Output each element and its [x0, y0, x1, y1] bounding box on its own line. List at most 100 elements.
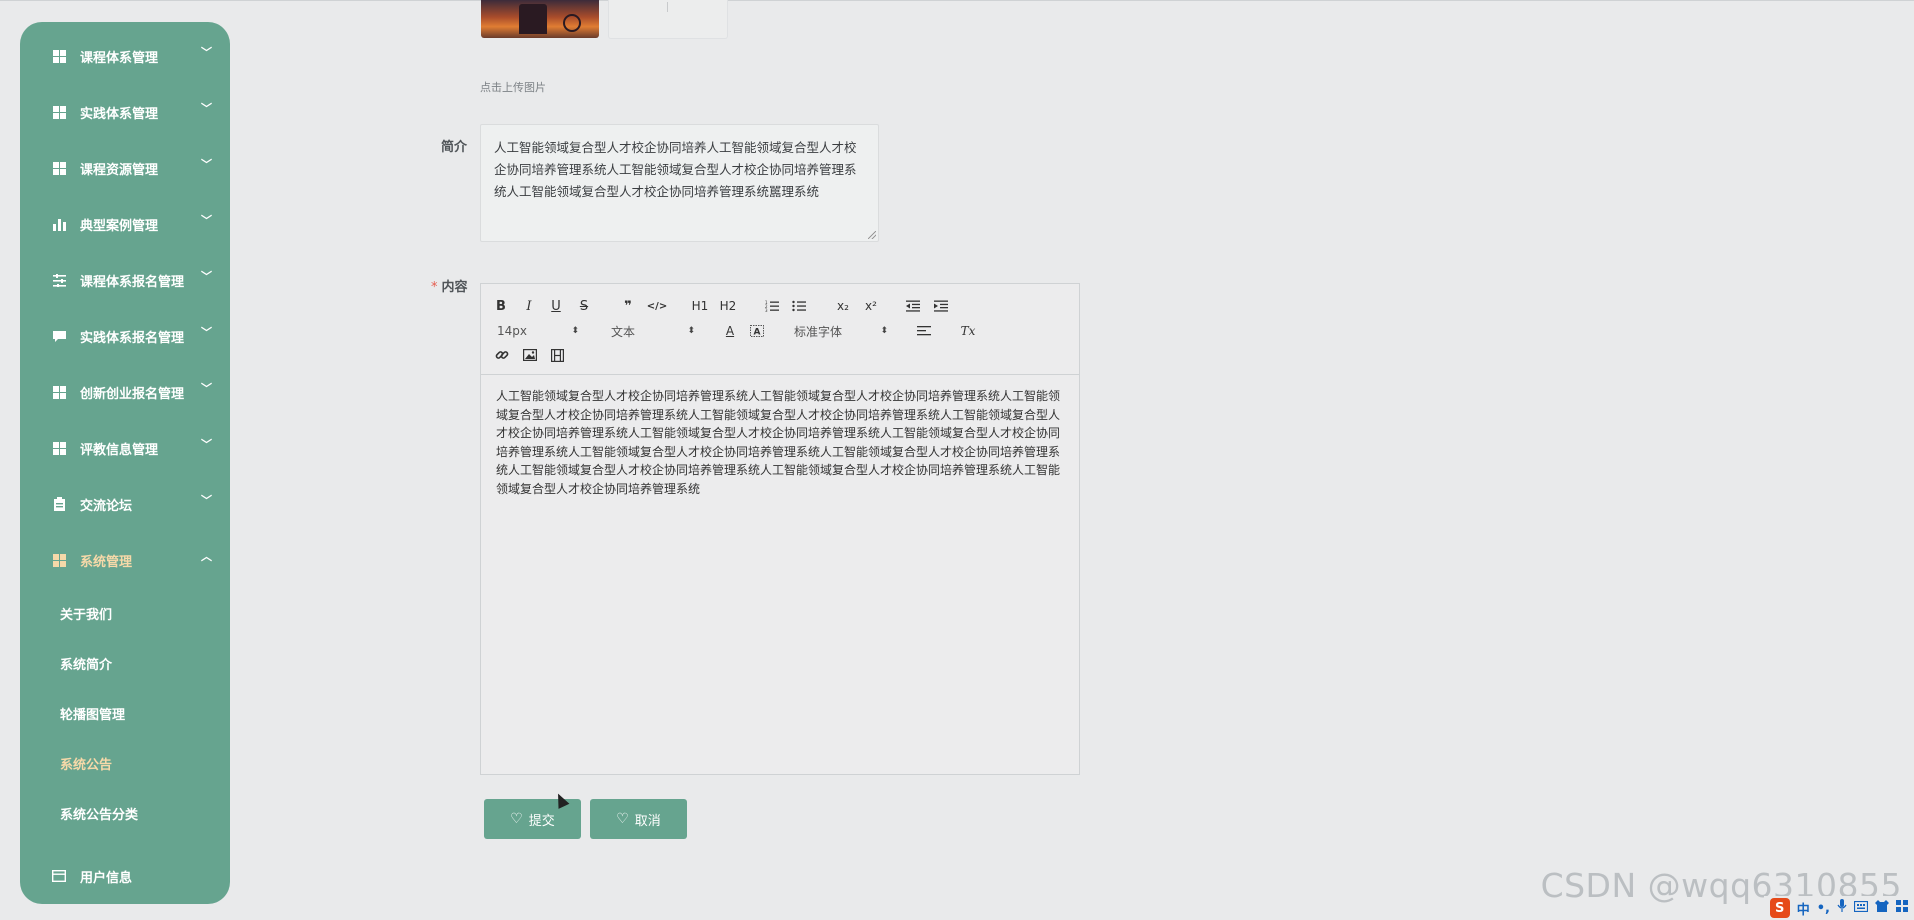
strike-button[interactable]: S — [576, 296, 592, 316]
grid-icon — [52, 49, 66, 63]
editor-content[interactable]: 人工智能领域复合型人才校企协同培养管理系统人工智能领域复合型人才校企协同培养管理… — [481, 375, 1079, 499]
link-icon[interactable] — [493, 345, 511, 365]
card-icon — [52, 869, 66, 883]
grid-icon — [52, 385, 66, 399]
uploaded-image-thumbnail[interactable] — [481, 0, 599, 38]
upload-hint: 点击上传图片 — [480, 81, 546, 94]
align-icon[interactable] — [915, 321, 933, 341]
intro-label: 简介 — [441, 140, 468, 155]
submenu-label: 系统公告分类 — [60, 807, 139, 823]
superscript-button[interactable]: x² — [861, 296, 881, 316]
chevron-down-icon: ﹀ — [201, 102, 212, 115]
submenu-carousel[interactable]: 轮播图管理 — [20, 688, 230, 738]
menu-label: 用户信息 — [80, 870, 133, 886]
font-color-button[interactable]: A — [722, 321, 738, 341]
clipboard-icon — [52, 497, 66, 511]
header-value: 文本 — [611, 324, 636, 339]
grid-icon — [52, 161, 66, 175]
thumbnail-wheel — [563, 14, 581, 32]
skin-icon[interactable] — [1875, 900, 1889, 916]
menu-typical-cases[interactable]: 典型案例管理 ﹀ — [20, 196, 230, 252]
menu-system-management[interactable]: 系统管理 ︿ — [20, 532, 230, 588]
resize-handle-icon[interactable] — [868, 231, 876, 239]
grid-icon — [52, 105, 66, 119]
menu-course-enroll[interactable]: 课程体系报名管理 ﹀ — [20, 252, 230, 308]
code-button[interactable]: </> — [647, 296, 667, 316]
background-color-icon[interactable]: A — [748, 321, 766, 341]
ime-toolbar: S 中 •, — [1763, 896, 1914, 920]
italic-button[interactable]: I — [521, 296, 537, 316]
required-mark: * — [431, 280, 438, 295]
h1-button[interactable]: H1 — [690, 296, 710, 316]
submenu-announcements[interactable]: 系统公告 — [20, 738, 230, 788]
menu-label: 典型案例管理 — [80, 218, 159, 234]
bold-button[interactable]: B — [493, 296, 509, 316]
outdent-icon[interactable] — [904, 296, 922, 316]
menu-course-system[interactable]: 课程体系管理 ﹀ — [20, 28, 230, 84]
select-arrows-icon: ⬍ — [571, 326, 579, 336]
content-label-text: 内容 — [441, 280, 468, 295]
underline-button[interactable]: U — [548, 296, 564, 316]
bullet-list-icon[interactable] — [790, 296, 808, 316]
cancel-label: 取消 — [634, 813, 661, 829]
menu-label: 实践体系报名管理 — [80, 330, 185, 346]
svg-text:3: 3 — [765, 308, 768, 312]
indent-icon[interactable] — [932, 296, 950, 316]
toolbox-icon[interactable] — [1896, 900, 1908, 916]
heart-icon: ♡ — [510, 811, 523, 827]
clean-format-button[interactable]: Tx — [959, 321, 977, 341]
menu-user-info[interactable]: 用户信息 ﹀ — [20, 848, 230, 904]
submenu-label: 关于我们 — [60, 607, 113, 623]
font-family-select[interactable]: 标准字体 ⬍ — [794, 321, 888, 341]
chevron-down-icon: ﹀ — [201, 438, 212, 451]
image-icon[interactable] — [521, 345, 539, 365]
microphone-icon[interactable] — [1837, 899, 1847, 917]
chevron-down-icon: ﹀ — [201, 158, 212, 171]
chevron-down-icon: ﹀ — [201, 382, 212, 395]
submenu-label: 轮播图管理 — [60, 707, 126, 723]
upload-image-box[interactable] — [608, 0, 728, 39]
select-arrows-icon: ⬍ — [687, 326, 695, 336]
menu-label: 创新创业报名管理 — [80, 386, 185, 402]
chevron-down-icon: ﹀ — [201, 270, 212, 283]
editor-content-text: 人工智能领域复合型人才校企协同培养管理系统人工智能领域复合型人才校企协同培养管理… — [496, 389, 1061, 496]
menu-forum[interactable]: 交流论坛 ﹀ — [20, 476, 230, 532]
subscript-button[interactable]: x₂ — [833, 296, 853, 316]
ime-logo-icon[interactable]: S — [1769, 898, 1790, 918]
quote-button[interactable]: ❞ — [619, 296, 637, 316]
header-select[interactable]: 文本 ⬍ — [611, 321, 695, 341]
heart-icon: ♡ — [616, 811, 629, 827]
menu-practice-enroll[interactable]: 实践体系报名管理 ﹀ — [20, 308, 230, 364]
intro-textarea[interactable]: 人工智能领域复合型人才校企协同培养人工智能领域复合型人才校企协同培养管理系统人工… — [480, 124, 879, 242]
intro-text: 人工智能领域复合型人才校企协同培养人工智能领域复合型人才校企协同培养管理系统人工… — [494, 140, 857, 199]
grid-icon — [52, 553, 66, 567]
sidebar: 课程体系管理 ﹀ 实践体系管理 ﹀ 课程资源管理 ﹀ 典型案例管理 ﹀ 课程体系… — [20, 22, 230, 904]
h2-button[interactable]: H2 — [718, 296, 738, 316]
menu-innovation-enroll[interactable]: 创新创业报名管理 ﹀ — [20, 364, 230, 420]
chevron-down-icon: ﹀ — [201, 326, 212, 339]
cancel-button[interactable]: ♡ 取消 — [590, 799, 687, 839]
font-size-value: 14px — [497, 324, 527, 338]
menu-label: 交流论坛 — [80, 498, 133, 514]
chevron-down-icon: ﹀ — [201, 46, 212, 59]
menu-course-resources[interactable]: 课程资源管理 ﹀ — [20, 140, 230, 196]
select-arrows-icon: ⬍ — [880, 326, 888, 336]
editor-toolbar: B I U S ❞ </> H1 H2 123 x₂ x² 14px ⬍ 文本 ⬍ … — [481, 284, 1079, 375]
keyboard-icon[interactable] — [1853, 900, 1869, 916]
menu-practice-system[interactable]: 实践体系管理 ﹀ — [20, 84, 230, 140]
submenu-system-intro[interactable]: 系统简介 — [20, 638, 230, 688]
ordered-list-icon[interactable]: 123 — [763, 296, 781, 316]
font-size-select[interactable]: 14px ⬍ — [497, 321, 579, 341]
comment-icon — [52, 329, 66, 343]
ime-punctuation-toggle[interactable]: •, — [1817, 901, 1830, 916]
submenu-about-us[interactable]: 关于我们 — [20, 588, 230, 638]
menu-evaluation[interactable]: 评教信息管理 ﹀ — [20, 420, 230, 476]
video-icon[interactable] — [548, 345, 566, 365]
menu-label: 评教信息管理 — [80, 442, 159, 458]
upload-plus-icon — [667, 2, 668, 12]
chevron-down-icon: ﹀ — [201, 494, 212, 507]
ime-language-toggle[interactable]: 中 — [1797, 899, 1810, 918]
submenu-announcement-categories[interactable]: 系统公告分类 — [20, 788, 230, 838]
sliders-icon — [52, 273, 66, 287]
grid-icon — [52, 441, 66, 455]
